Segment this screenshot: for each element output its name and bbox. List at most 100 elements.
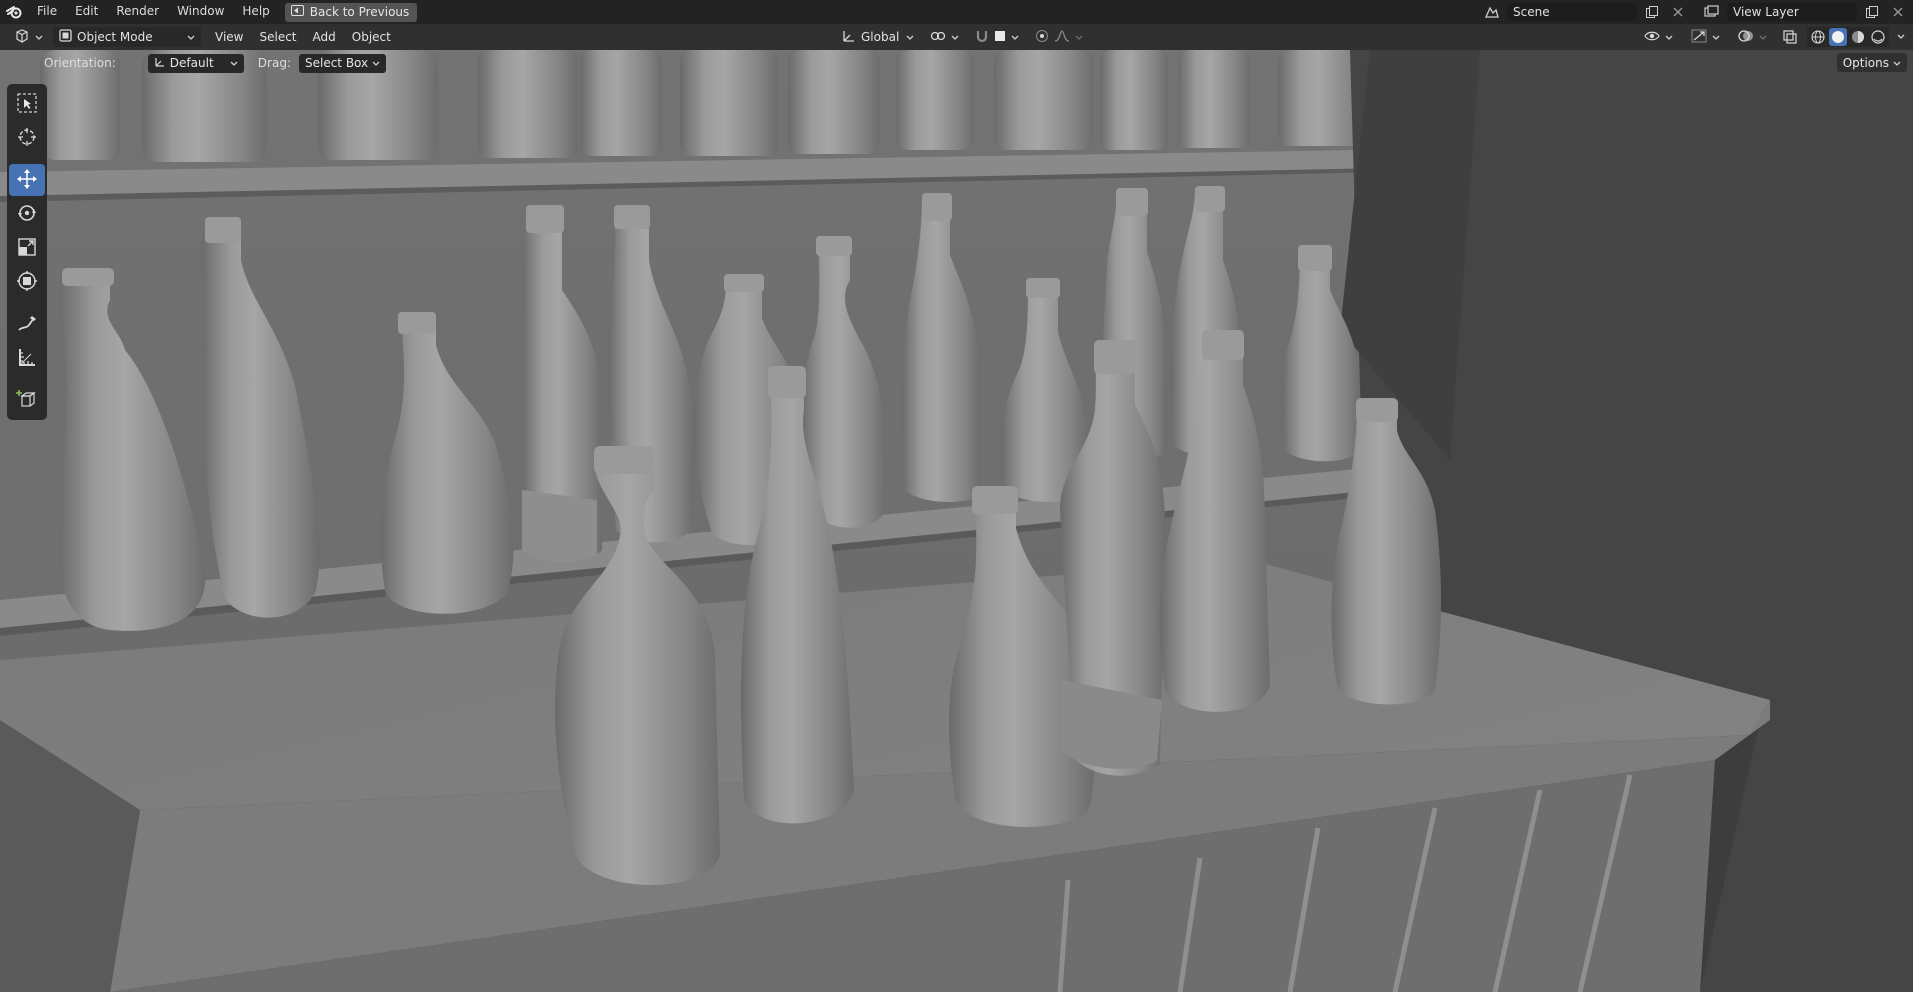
3d-viewport[interactable] [0,50,1913,992]
orientation-dropdown[interactable]: Default [147,53,244,73]
new-view-layer-icon[interactable] [1861,3,1883,21]
chevron-down-icon [230,56,238,70]
magnet-icon [975,29,989,46]
delete-scene-icon[interactable] [1667,3,1689,21]
scale-icon [16,236,38,261]
add-cube-icon [16,388,38,413]
snapping-toggle[interactable] [969,27,1025,47]
falloff-curve-icon [1054,29,1070,46]
chevron-down-icon [951,30,959,44]
chevron-down-icon [372,56,380,70]
chevron-down-icon [1712,30,1720,44]
transform-orientation-label: Global [861,30,900,44]
back-to-previous-label: Back to Previous [309,5,410,19]
drag-value: Select Box [304,56,369,70]
new-scene-icon[interactable] [1641,3,1663,21]
ruler-icon [16,346,38,371]
view-layer-name: View Layer [1733,5,1799,19]
tool-shelf [7,84,47,420]
pencil-icon [16,312,38,337]
shading-mode-group [1807,27,1889,47]
transform-controls: Global [836,27,1089,47]
rotate-tool[interactable] [9,198,45,230]
viewport-header: Object Mode View Select Add Object Globa… [0,24,1913,50]
toolbar-separator [7,300,47,306]
orientation-value: Default [169,56,214,70]
drag-label: Drag: [257,56,291,70]
transform-icon [16,270,38,295]
chevron-down-icon [187,30,195,44]
eye-icon [1644,30,1660,45]
view-layer-browse-icon[interactable] [1701,3,1723,21]
cursor-icon [16,126,38,151]
shading-options-chevron-down-icon[interactable] [1895,28,1907,46]
viewport-display-controls [1638,27,1907,47]
move-tool[interactable] [9,164,45,196]
annotate-tool[interactable] [9,308,45,340]
mode-dropdown[interactable]: Object Mode [53,27,201,47]
orientation-label: Orientation: [44,56,116,70]
wireframe-shading-icon[interactable] [1809,28,1827,46]
chevron-down-icon [1893,56,1901,70]
tool-options-bar: Orientation: Default Drag: Select Box Op… [0,50,1913,76]
editor-type-dropdown[interactable] [8,27,49,47]
cursor-tool[interactable] [9,122,45,154]
gizmo-icon [1691,29,1707,46]
transform-tool[interactable] [9,266,45,298]
scene-viewlayer-selectors: Scene View Layer [1481,0,1913,24]
pivot-point-dropdown[interactable] [924,27,965,47]
menu-object[interactable]: Object [344,30,399,44]
scene-name: Scene [1513,5,1550,19]
object-mode-icon [59,29,72,45]
chevron-down-icon [1011,30,1019,44]
chevron-down-icon [1665,30,1673,44]
menu-select[interactable]: Select [251,30,304,44]
material-preview-shading-icon[interactable] [1849,28,1867,46]
select-box-tool[interactable] [9,88,45,120]
blender-logo-icon[interactable] [0,0,28,24]
back-to-previous-button[interactable]: Back to Previous [284,2,418,22]
menu-add[interactable]: Add [305,30,344,44]
add-cube-tool[interactable] [9,384,45,416]
move-arrows-icon [16,168,38,193]
delete-view-layer-icon[interactable] [1887,3,1909,21]
rotate-icon [16,202,38,227]
solid-shading-icon[interactable] [1829,28,1847,46]
menu-window[interactable]: Window [168,0,233,24]
menu-help[interactable]: Help [233,0,278,24]
chevron-down-icon [35,30,43,44]
options-label: Options [1842,55,1889,70]
menu-render[interactable]: Render [107,0,168,24]
proportional-editing-toggle[interactable] [1029,27,1089,47]
mode-label: Object Mode [77,30,153,44]
xray-toggle-icon[interactable] [1779,28,1801,46]
chevron-down-icon [906,30,914,44]
back-icon [290,5,304,19]
menu-file[interactable]: File [28,0,66,24]
menu-view[interactable]: View [207,30,251,44]
view-layer-field[interactable]: View Layer [1727,3,1857,21]
overlays-icon [1738,29,1754,46]
menu-edit[interactable]: Edit [66,0,107,24]
scene-render [0,50,1913,992]
scene-browse-icon[interactable] [1481,3,1503,21]
orientation-gizmo-icon [154,56,166,71]
chevron-down-icon [1075,30,1083,44]
selectability-visibility-dropdown[interactable] [1638,27,1679,47]
scene-name-field[interactable]: Scene [1507,3,1637,21]
options-dropdown[interactable]: Options [1836,53,1907,72]
proportional-dot-icon [1035,29,1049,46]
drag-dropdown[interactable]: Select Box [298,53,387,73]
overlays-dropdown[interactable] [1732,27,1773,47]
toolbar-separator [7,156,47,162]
scale-tool[interactable] [9,232,45,264]
transform-orientation-dropdown[interactable]: Global [836,27,920,47]
top-menu-bar: File Edit Render Window Help Back to Pre… [0,0,1913,24]
3d-viewport-icon [14,28,30,46]
chevron-down-icon [1759,30,1767,44]
gizmo-dropdown[interactable] [1685,27,1726,47]
rendered-shading-icon[interactable] [1869,28,1887,46]
select-box-icon [16,92,38,117]
measure-tool[interactable] [9,342,45,374]
orientation-axes-icon [842,29,856,46]
